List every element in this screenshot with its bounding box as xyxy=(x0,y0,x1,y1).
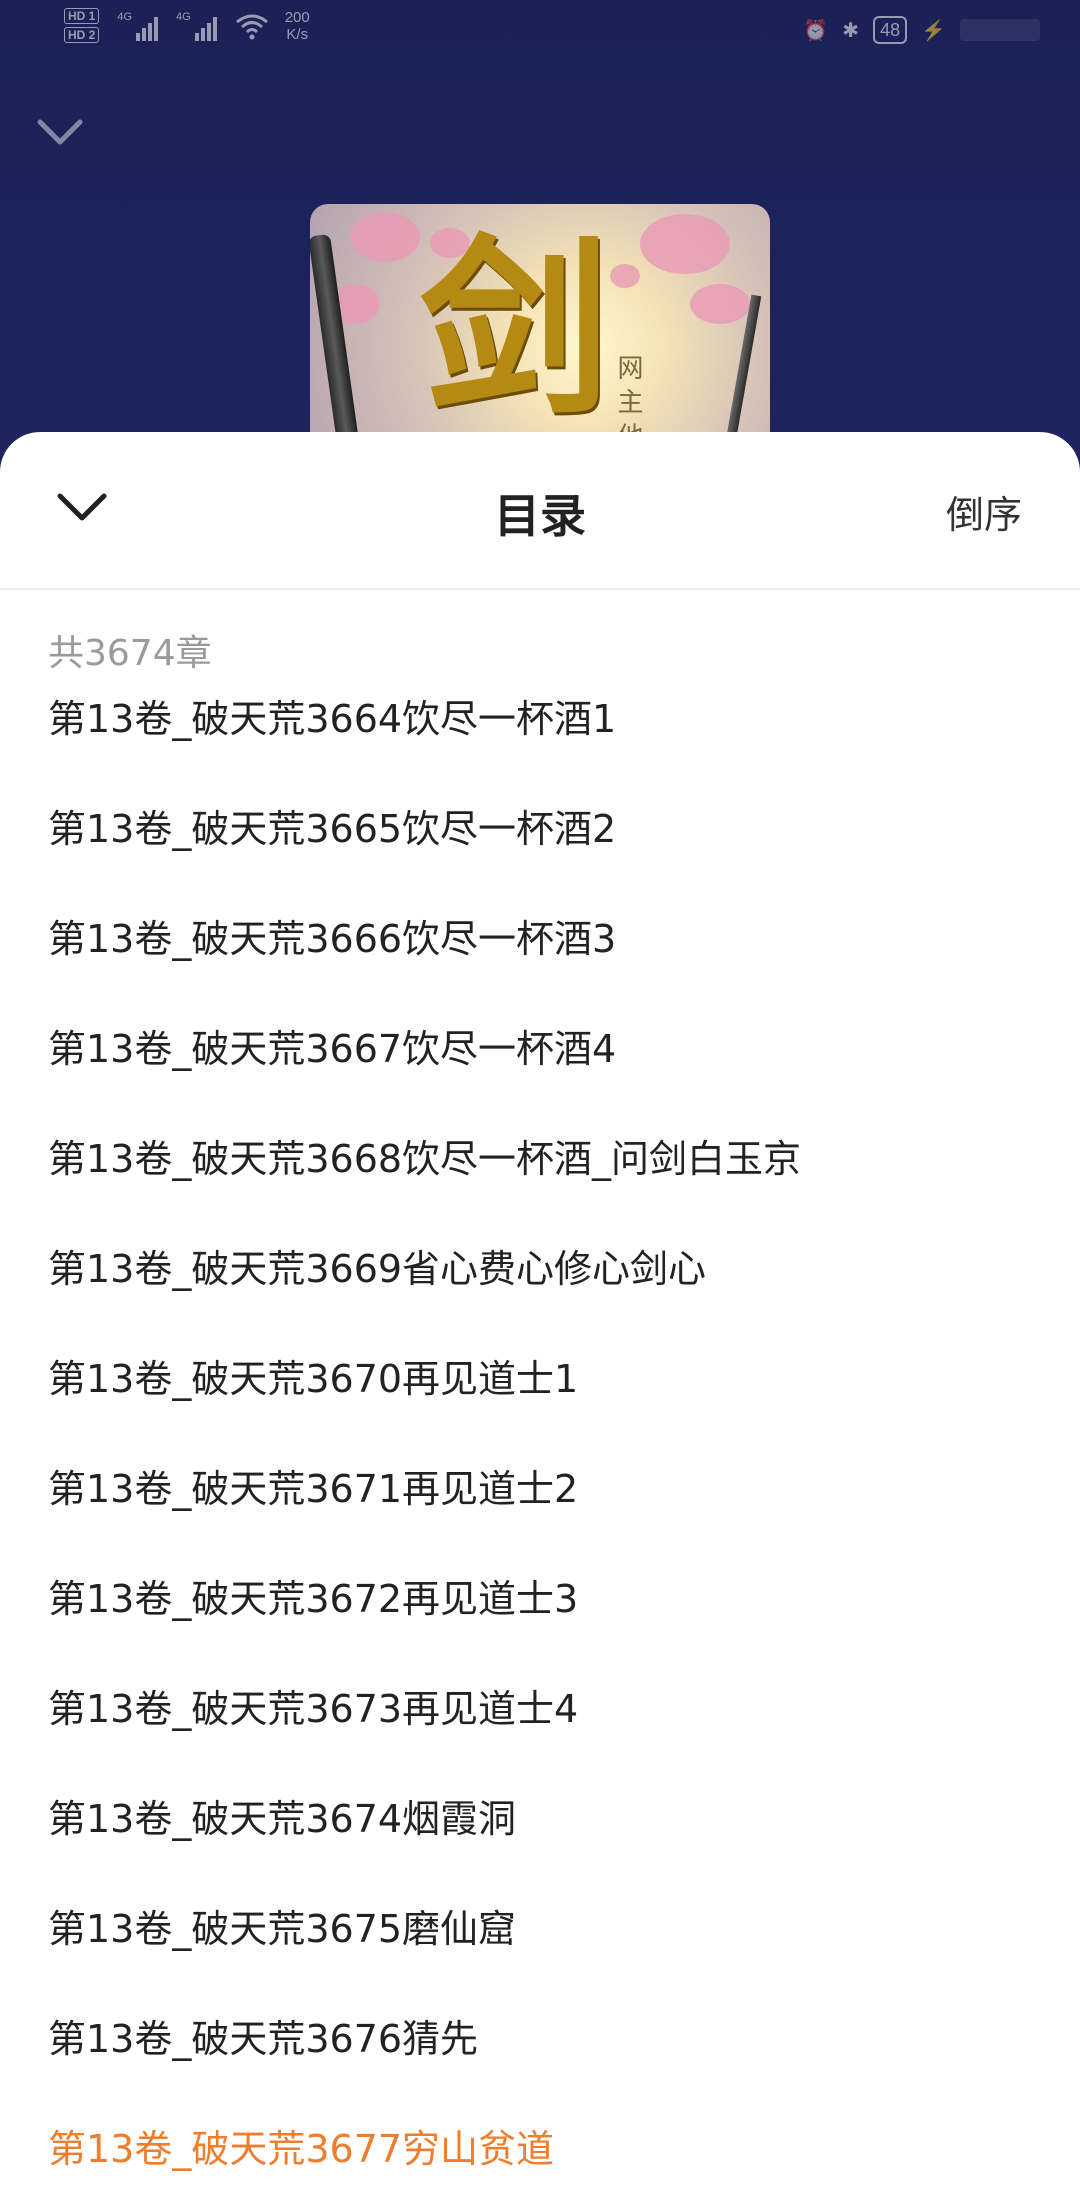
toc-header: 目录 倒序 xyxy=(0,432,1080,590)
speed-value: 200 xyxy=(284,8,310,26)
signal-1-icon: 4G xyxy=(117,10,159,41)
status-right: ⏰ ✱ 48 ⚡ xyxy=(803,16,1040,44)
sort-order-button[interactable]: 倒序 xyxy=(946,484,1022,539)
list-fade xyxy=(0,2172,1080,2204)
chevron-down-icon[interactable] xyxy=(34,112,86,152)
status-bar: HD 1 HD 2 4G 4G 200 K/s ⏰ ✱ 48 ⚡ xyxy=(0,0,1080,66)
chapter-item[interactable]: 第13卷_破天荒3674烟霞洞 xyxy=(0,1764,1080,1874)
bluetooth-icon: ✱ xyxy=(842,19,860,42)
network-2-label: 4G xyxy=(176,10,191,23)
reader-screen: HD 1 HD 2 4G 4G 200 K/s ⏰ ✱ 48 ⚡ 剑 网 主 他… xyxy=(0,0,1080,2204)
cover-calligraphy: 剑 xyxy=(420,217,611,440)
book-cover: 剑 网 主 他 xyxy=(310,204,770,464)
sim2-badge: HD 2 xyxy=(64,27,100,43)
alarm-icon: ⏰ xyxy=(803,19,829,42)
charging-icon: ⚡ xyxy=(921,19,946,42)
chapter-item[interactable]: 第13卷_破天荒3676猜先 xyxy=(0,1984,1080,2094)
chapter-item[interactable]: 第13卷_破天荒3669省心费心修心剑心 xyxy=(0,1214,1080,1324)
toc-title: 目录 xyxy=(494,489,586,543)
wifi-icon xyxy=(235,14,268,39)
chapter-item[interactable]: 第13卷_破天荒3665饮尽一杯酒2 xyxy=(0,774,1080,884)
sim-indicators: HD 1 HD 2 xyxy=(64,8,100,43)
chapter-item[interactable]: 第13卷_破天荒3666饮尽一杯酒3 xyxy=(0,884,1080,994)
chapter-item[interactable]: 第13卷_破天荒3671再见道士2 xyxy=(0,1434,1080,1544)
chapter-item[interactable]: 第13卷_破天荒3675磨仙窟 xyxy=(0,1874,1080,1984)
network-1-label: 4G xyxy=(117,10,133,23)
status-left: HD 1 HD 2 4G 4G 200 K/s xyxy=(64,8,310,43)
toc-sheet: 目录 倒序 共3674章 第13卷_破天荒3664饮尽一杯酒1 第13卷_破天荒3… xyxy=(0,432,1080,2204)
chapter-item[interactable]: 第13卷_破天荒3673再见道士4 xyxy=(0,1654,1080,1764)
signal-2-icon: 4G xyxy=(176,11,217,41)
sword-left-image xyxy=(310,233,366,464)
chapter-item[interactable]: 第13卷_破天荒3668饮尽一杯酒_问剑白玉京 xyxy=(0,1104,1080,1214)
network-speed: 200 K/s xyxy=(285,9,310,43)
status-time xyxy=(960,19,1040,41)
chapter-list: 第13卷_破天荒3664饮尽一杯酒1 第13卷_破天荒3665饮尽一杯酒2 第13卷… xyxy=(0,664,1080,2204)
chapter-item[interactable]: 第13卷_破天荒3670再见道士1 xyxy=(0,1324,1080,1434)
sim1-badge: HD 1 xyxy=(64,8,100,24)
chapter-item[interactable]: 第13卷_破天荒3664饮尽一杯酒1 xyxy=(0,664,1080,774)
chapter-item[interactable]: 第13卷_破天荒3667饮尽一杯酒4 xyxy=(0,994,1080,1104)
chapter-item[interactable]: 第13卷_破天荒3672再见道士3 xyxy=(0,1544,1080,1654)
speed-unit: K/s xyxy=(286,25,309,43)
battery-level: 48 xyxy=(873,16,908,44)
